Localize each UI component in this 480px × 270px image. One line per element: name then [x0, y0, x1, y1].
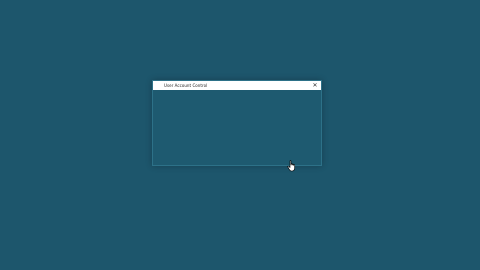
dialog-body — [153, 90, 321, 165]
close-button[interactable]: ✕ — [311, 81, 319, 90]
dialog-title: User Account Control — [164, 83, 208, 88]
hand-pointer-icon — [287, 157, 297, 172]
uac-dialog: User Account Control ✕ — [152, 80, 322, 166]
shield-icon — [156, 83, 162, 98]
dialog-titlebar: User Account Control ✕ — [153, 81, 321, 98]
close-icon: ✕ — [312, 82, 318, 89]
